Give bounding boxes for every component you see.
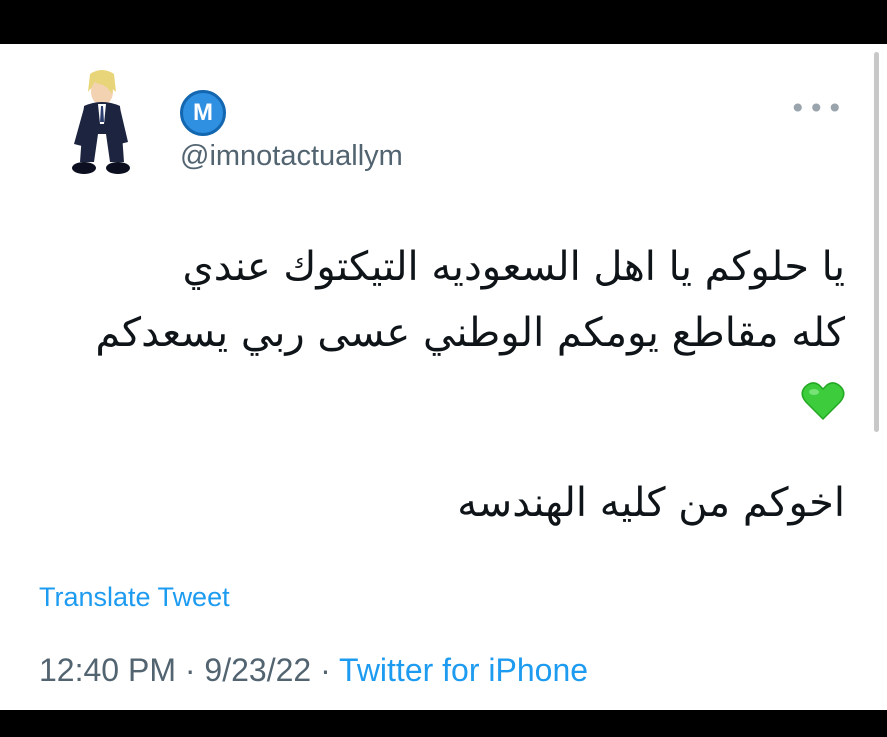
user-info: M @imnotactuallym [180,90,403,173]
avatar-character-icon [72,70,130,174]
scrollbar[interactable] [874,52,879,432]
tweet-line-2: كله مقاطع يومكم الوطني عسى ربي يسعدكم [95,310,845,356]
user-handle[interactable]: @imnotactuallym [180,140,403,173]
green-heart-icon [801,381,845,421]
avatar[interactable] [40,64,160,194]
tweet-source-link[interactable]: Twitter for iPhone [339,652,588,688]
tweet-line-3: اخوكم من كليه الهندسه [457,480,845,526]
meta-separator: · [311,652,340,688]
translate-tweet-link[interactable]: Translate Tweet [39,582,230,613]
meta-separator: · [175,652,205,688]
tweet-line-1: يا حلوكم يا اهل السعوديه التيكتوك عندي [182,244,845,290]
verified-m-badge-icon: M [180,90,226,136]
tweet-time[interactable]: 12:40 PM [39,652,176,688]
more-options-icon[interactable]: ••• [789,92,845,125]
tweet-metadata: 12:40 PM · 9/23/22 · Twitter for iPhone [39,652,588,689]
tweet-emoji-line [35,366,845,432]
tweet-card: M @imnotactuallym ••• يا حلوكم يا اهل ال… [0,44,887,710]
tweet-body: يا حلوكم يا اهل السعوديه التيكتوك عندي ك… [35,234,845,536]
tweet-date[interactable]: 9/23/22 [204,652,311,688]
badge-letter: M [193,99,213,126]
